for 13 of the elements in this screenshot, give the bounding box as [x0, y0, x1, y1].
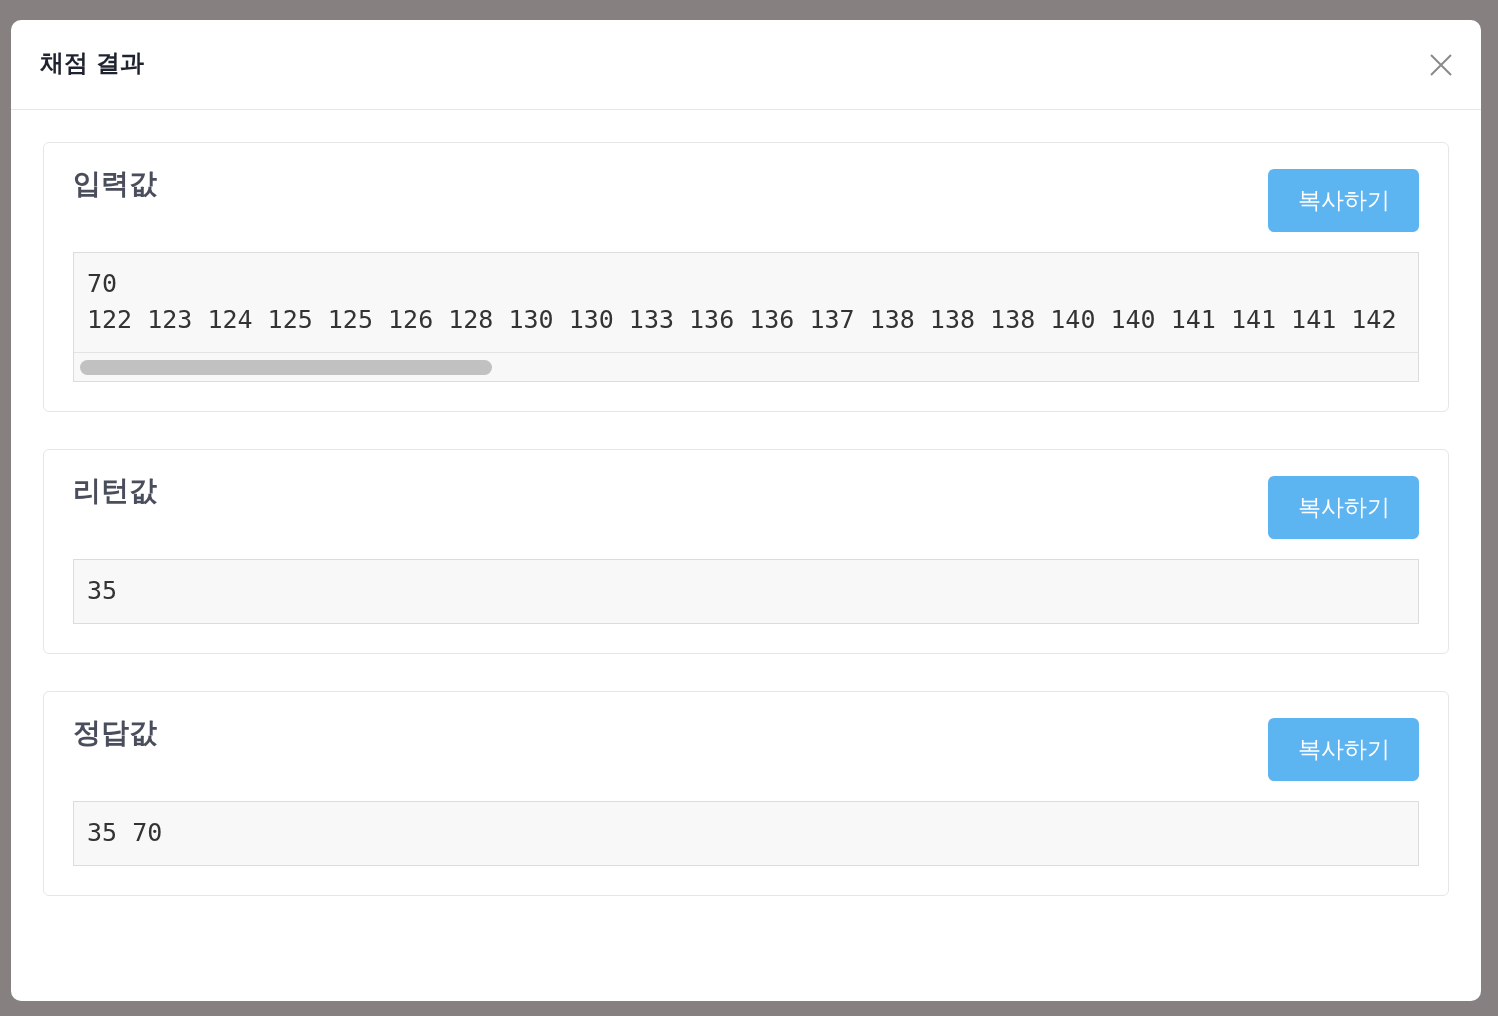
section-title: 입력값 — [73, 169, 157, 199]
output-line: 35 — [87, 575, 118, 607]
output-line: 35 70 — [87, 817, 163, 849]
close-icon[interactable] — [1430, 53, 1452, 76]
copy-button[interactable]: 복사하기 — [1268, 718, 1419, 781]
scrollbar-thumb[interactable] — [80, 360, 492, 375]
output-line: 70 — [87, 268, 118, 300]
copy-button[interactable]: 복사하기 — [1268, 476, 1419, 539]
output-line: 122 123 124 125 125 126 128 130 130 133 136 136 137 138 138 138 140 140 141 141 141 142 — [87, 304, 1397, 336]
section-title: 정답값 — [73, 718, 157, 748]
section-title: 리턴값 — [73, 476, 157, 506]
dialog-title: 채점 결과 — [40, 47, 145, 78]
copy-button[interactable]: 복사하기 — [1268, 169, 1419, 232]
